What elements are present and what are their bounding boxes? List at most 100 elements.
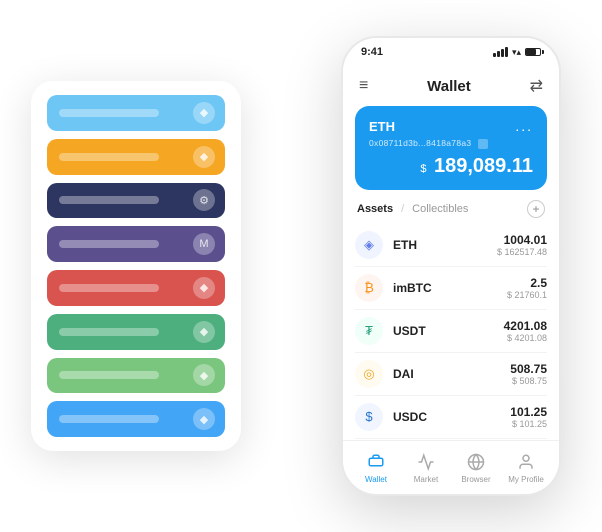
usdc-name: USDC: [393, 410, 427, 424]
asset-left-eth: ◈ETH: [355, 231, 417, 259]
status-bar: 9:41 ▾▴: [343, 38, 559, 66]
usdt-value: $ 4201.08: [504, 333, 547, 343]
usdt-values: 4201.08$ 4201.08: [504, 319, 547, 343]
row-icon: M: [193, 233, 215, 255]
color-row-5[interactable]: ◆: [47, 314, 225, 350]
nav-market-icon: [416, 452, 436, 472]
asset-item[interactable]: ₿ imBTC 2.5$ 21760.1: [355, 267, 547, 310]
signal-bar-3: [501, 49, 504, 57]
row-text: [59, 153, 159, 161]
status-time: 9:41: [361, 46, 383, 58]
asset-list: ◈ETH 1004.01$ 162517.48 ₿ imBTC 2.5$ 21760.1…: [343, 224, 559, 440]
row-text: [59, 196, 159, 204]
row-icon: ◆: [193, 321, 215, 343]
nav-wallet-label: Wallet: [365, 475, 387, 484]
eth-values: 1004.01$ 162517.48: [497, 233, 547, 257]
imbtc-name: imBTC: [393, 281, 432, 295]
nav-my-profile-label: My Profile: [508, 475, 544, 484]
signal-bar-2: [497, 51, 500, 57]
eth-value: $ 162517.48: [497, 247, 547, 257]
color-row-4[interactable]: ◆: [47, 270, 225, 306]
asset-item[interactable]: ◈ETH 1004.01$ 162517.48: [355, 224, 547, 267]
menu-icon[interactable]: ≡: [359, 77, 368, 95]
usdc-value: $ 101.25: [510, 419, 547, 429]
add-asset-button[interactable]: +: [527, 200, 545, 218]
nav-item-my-profile[interactable]: My Profile: [501, 452, 551, 484]
row-icon: ◆: [193, 277, 215, 299]
row-icon: ◆: [193, 364, 215, 386]
imbtc-values: 2.5$ 21760.1: [507, 276, 547, 300]
asset-item[interactable]: $ USDC 101.25$ 101.25: [355, 396, 547, 439]
usdc-icon: $: [355, 403, 383, 431]
nav-browser-label: Browser: [461, 475, 490, 484]
row-text: [59, 109, 159, 117]
row-text: [59, 284, 159, 292]
color-row-6[interactable]: ◆: [47, 358, 225, 394]
row-icon: ⚙: [193, 189, 215, 211]
battery-fill: [526, 49, 536, 55]
eth-card[interactable]: ETH ... 0x08711d3b...8418a78a3 $ 189,089…: [355, 106, 547, 190]
color-row-2[interactable]: ⚙: [47, 183, 225, 219]
imbtc-value: $ 21760.1: [507, 290, 547, 300]
usdt-icon: ₮: [355, 317, 383, 345]
row-text: [59, 328, 159, 336]
eth-card-header: ETH ...: [369, 118, 533, 134]
asset-left-imbtc: ₿ imBTC: [355, 274, 432, 302]
assets-header: Assets / Collectibles +: [343, 200, 559, 224]
nav-market-label: Market: [414, 475, 438, 484]
battery-icon: [525, 48, 541, 56]
eth-label: ETH: [369, 119, 395, 134]
signal-bars-icon: [493, 47, 508, 57]
eth-address: 0x08711d3b...8418a78a3: [369, 138, 533, 149]
color-row-3[interactable]: M: [47, 226, 225, 262]
asset-item[interactable]: ◎DAI508.75$ 508.75: [355, 353, 547, 396]
eth-amount: 1004.01: [497, 233, 547, 247]
dai-name: DAI: [393, 367, 414, 381]
nav-wallet-icon: [366, 452, 386, 472]
row-icon: ◆: [193, 146, 215, 168]
eth-balance: $ 189,089.11: [369, 155, 533, 178]
eth-name: ETH: [393, 238, 417, 252]
usdc-amount: 101.25: [510, 405, 547, 419]
copy-address-icon[interactable]: [478, 139, 488, 149]
nav-my-profile-icon: [516, 452, 536, 472]
nav-item-wallet[interactable]: Wallet: [351, 452, 401, 484]
eth-balance-value: 189,089.11: [434, 155, 533, 177]
usdt-name: USDT: [393, 324, 426, 338]
color-row-0[interactable]: ◆: [47, 95, 225, 131]
dai-values: 508.75$ 508.75: [510, 362, 547, 386]
signal-bar-4: [505, 47, 508, 57]
dai-amount: 508.75: [510, 362, 547, 376]
imbtc-amount: 2.5: [507, 276, 547, 290]
scan-icon[interactable]: ⇄: [530, 76, 543, 96]
eth-more-button[interactable]: ...: [515, 118, 533, 134]
nav-item-market[interactable]: Market: [401, 452, 451, 484]
imbtc-icon: ₿: [355, 274, 383, 302]
phone-mockup: 9:41 ▾▴ ≡ Wallet ⇄ ETH: [341, 36, 561, 496]
assets-divider: /: [401, 203, 404, 215]
nav-item-browser[interactable]: Browser: [451, 452, 501, 484]
signal-bar-1: [493, 53, 496, 57]
row-icon: ◆: [193, 408, 215, 430]
phone-header: ≡ Wallet ⇄: [343, 66, 559, 106]
header-title: Wallet: [427, 78, 471, 95]
wallet-cards-panel: ◆ ◆ ⚙ M ◆ ◆ ◆ ◆: [31, 81, 241, 451]
usdt-amount: 4201.08: [504, 319, 547, 333]
usdc-values: 101.25$ 101.25: [510, 405, 547, 429]
row-text: [59, 415, 159, 423]
scene: ◆ ◆ ⚙ M ◆ ◆ ◆ ◆ 9:41 ▾▴ ≡ Wallet ⇄: [11, 11, 591, 521]
bottom-nav: Wallet Market Browser My Profile: [343, 440, 559, 494]
color-row-1[interactable]: ◆: [47, 139, 225, 175]
tab-collectibles[interactable]: Collectibles: [412, 203, 468, 215]
asset-left-usdt: ₮ USDT: [355, 317, 426, 345]
row-text: [59, 240, 159, 248]
row-icon: ◆: [193, 102, 215, 124]
tab-assets[interactable]: Assets: [357, 203, 393, 215]
asset-left-usdc: $ USDC: [355, 403, 427, 431]
wifi-icon: ▾▴: [512, 47, 521, 58]
color-row-7[interactable]: ◆: [47, 401, 225, 437]
asset-item[interactable]: ₮ USDT 4201.08$ 4201.08: [355, 310, 547, 353]
status-icons: ▾▴: [493, 47, 541, 58]
nav-browser-icon: [466, 452, 486, 472]
dai-value: $ 508.75: [510, 376, 547, 386]
